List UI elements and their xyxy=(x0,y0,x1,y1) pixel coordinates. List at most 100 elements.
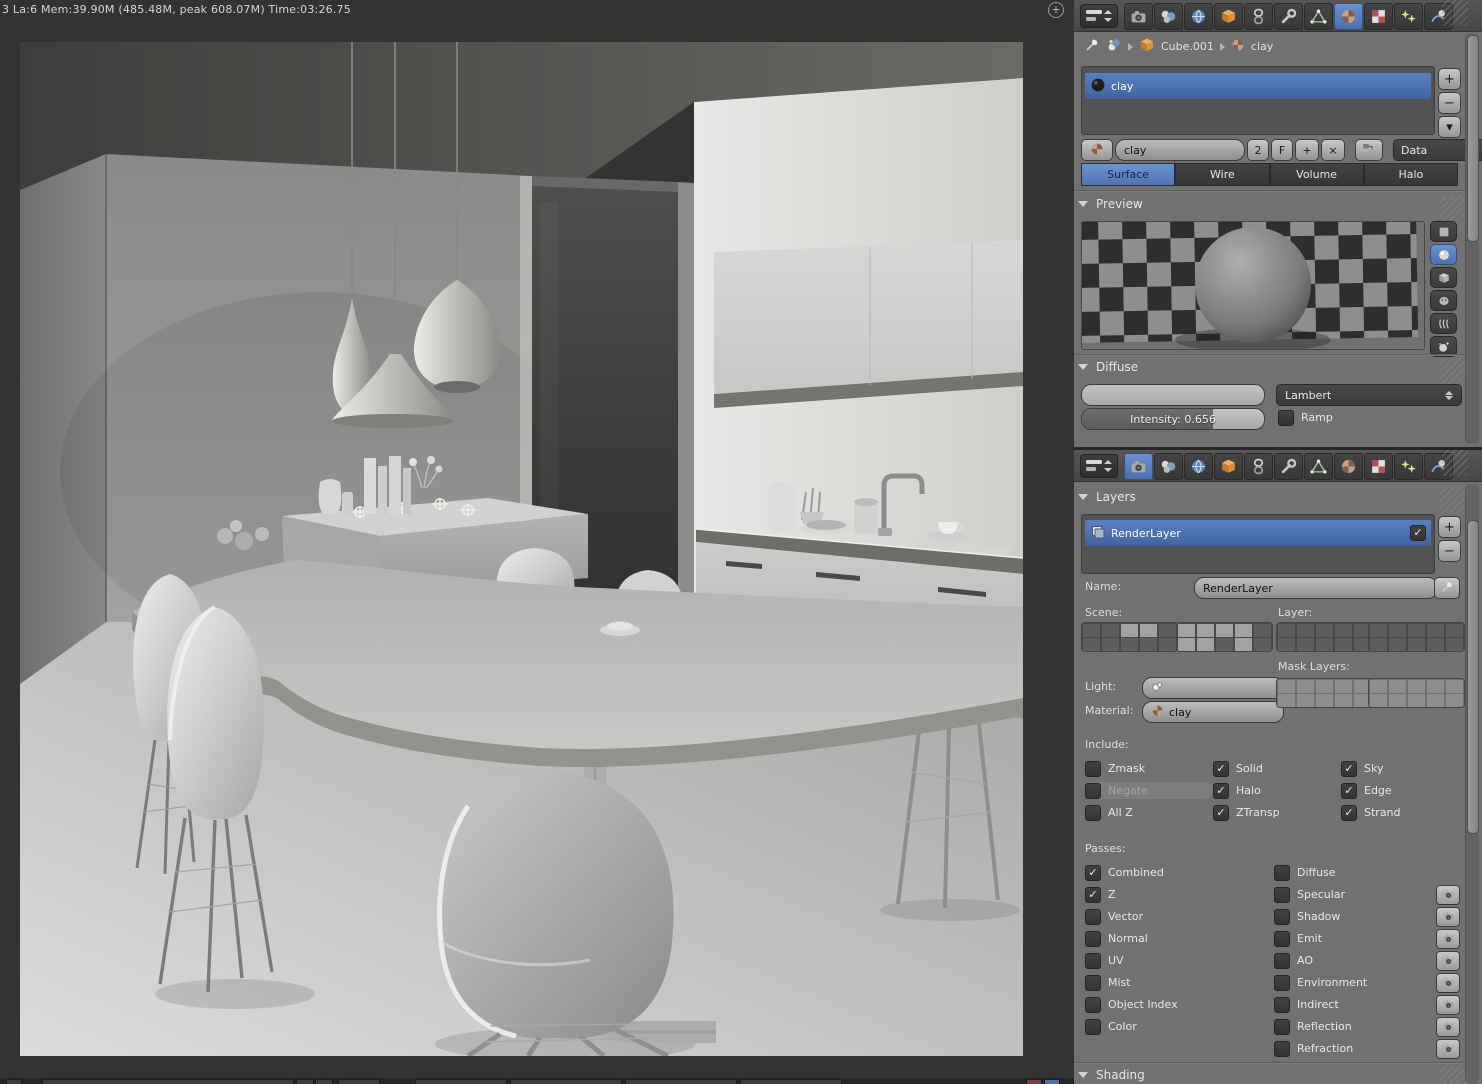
preview-mode-sphere-button[interactable] xyxy=(1430,244,1457,265)
layer-name-field[interactable]: RenderLayer xyxy=(1194,577,1438,599)
checkbox[interactable] xyxy=(1274,974,1290,991)
material-type-tab-halo[interactable]: Halo xyxy=(1363,163,1458,186)
layer-cell[interactable] xyxy=(1407,693,1426,707)
layer-cell[interactable] xyxy=(1334,637,1353,651)
layer-cell[interactable] xyxy=(1445,693,1464,707)
mask-layers-grid-a[interactable] xyxy=(1276,678,1373,708)
layer-cell[interactable] xyxy=(1101,637,1120,651)
bottom-blue-button[interactable] xyxy=(1044,1079,1060,1084)
include-option-all-z[interactable]: All Z xyxy=(1085,804,1213,821)
tab-particles-icon[interactable] xyxy=(1394,453,1423,480)
checkbox[interactable]: ✓ xyxy=(1341,804,1357,821)
pass-combined[interactable]: ✓ Combined xyxy=(1085,864,1178,881)
editor-type-selector[interactable] xyxy=(1080,454,1118,478)
save-buffers-camera-button[interactable] xyxy=(1436,928,1460,949)
save-buffers-camera-button[interactable] xyxy=(1436,950,1460,971)
checkbox[interactable]: ✓ xyxy=(1085,864,1101,881)
tab-material-icon[interactable] xyxy=(1334,3,1363,30)
layer-cell[interactable] xyxy=(1296,637,1315,651)
scrollbar-track[interactable] xyxy=(1465,33,1479,444)
pin-icon[interactable] xyxy=(1084,37,1100,56)
layer-cell[interactable] xyxy=(1369,693,1388,707)
tab-render-icon[interactable] xyxy=(1124,3,1153,30)
tab-render-icon[interactable] xyxy=(1124,453,1153,480)
unlink-material-button[interactable]: × xyxy=(1321,139,1345,161)
tab-object-icon[interactable] xyxy=(1214,453,1243,480)
layer-cell[interactable] xyxy=(1388,693,1407,707)
pass-mist[interactable]: Mist xyxy=(1085,974,1178,991)
checkbox[interactable]: ✓ xyxy=(1341,760,1357,777)
scene-layers-grid-b[interactable] xyxy=(1176,622,1273,652)
users-count-button[interactable]: 2 xyxy=(1247,139,1269,161)
layer-cell[interactable] xyxy=(1196,637,1215,651)
tab-render-layers-icon[interactable] xyxy=(1154,3,1183,30)
mask-layers-grid-b[interactable] xyxy=(1368,678,1465,708)
layer-cell[interactable] xyxy=(1253,637,1272,651)
checkbox[interactable] xyxy=(1274,908,1290,925)
bottom-datablock-field[interactable] xyxy=(42,1079,294,1084)
bottom-menu[interactable] xyxy=(415,1079,507,1084)
slot-specials-button[interactable]: ▾ xyxy=(1438,116,1461,138)
preview-mode-hair-button[interactable] xyxy=(1430,313,1457,334)
checkbox[interactable]: ✓ xyxy=(1213,804,1229,821)
checkbox[interactable] xyxy=(1274,930,1290,947)
slot-remove-button[interactable]: − xyxy=(1438,92,1461,114)
layer-cell[interactable] xyxy=(1369,637,1388,651)
checkbox[interactable] xyxy=(1085,1018,1101,1035)
tab-render-layers-icon[interactable] xyxy=(1154,453,1183,480)
scene-layers-grid-a[interactable] xyxy=(1081,622,1178,652)
tab-world-icon[interactable] xyxy=(1184,453,1213,480)
checkbox[interactable] xyxy=(1274,1040,1290,1057)
scrollbar-track[interactable] xyxy=(1465,484,1479,1084)
material-override-field[interactable]: clay xyxy=(1142,701,1284,723)
preview-mode-cube-button[interactable] xyxy=(1430,267,1457,288)
include-option-ztransp[interactable]: ✓ ZTransp xyxy=(1213,804,1341,821)
tab-material-icon[interactable] xyxy=(1334,453,1363,480)
diffuse-shader-dropdown[interactable]: Lambert xyxy=(1276,384,1462,406)
pass-color[interactable]: Color xyxy=(1085,1018,1178,1035)
shading-panel-header[interactable]: Shading xyxy=(1078,1068,1145,1082)
layer-enabled-checkbox[interactable]: ✓ xyxy=(1410,525,1426,541)
save-buffers-camera-button[interactable] xyxy=(1436,972,1460,993)
bottom-icon-button[interactable] xyxy=(6,1079,22,1084)
checkbox[interactable] xyxy=(1085,804,1101,821)
ramp-checkbox-row[interactable]: Ramp xyxy=(1278,409,1333,426)
pass-vector[interactable]: Vector xyxy=(1085,908,1178,925)
tab-modifiers-icon[interactable] xyxy=(1274,453,1303,480)
pass-diffuse[interactable]: Diffuse xyxy=(1274,864,1460,881)
pass-indirect[interactable]: Indirect xyxy=(1274,994,1460,1015)
include-option-solid[interactable]: ✓ Solid xyxy=(1213,760,1341,777)
tab-object-data-icon[interactable] xyxy=(1304,3,1333,30)
bottom-red-button[interactable] xyxy=(1026,1079,1042,1084)
material-type-tab-surface[interactable]: Surface xyxy=(1081,163,1176,186)
material-slot-row[interactable]: clay xyxy=(1085,73,1431,99)
bottom-menu[interactable] xyxy=(740,1079,842,1084)
checkbox[interactable] xyxy=(1085,782,1101,799)
slot-add-button[interactable]: + xyxy=(1438,68,1461,90)
include-option-edge[interactable]: ✓ Edge xyxy=(1341,782,1455,799)
tab-modifiers-icon[interactable] xyxy=(1274,3,1303,30)
save-buffers-camera-button[interactable] xyxy=(1436,884,1460,905)
pass-environment[interactable]: Environment xyxy=(1274,972,1460,993)
save-buffers-camera-button[interactable] xyxy=(1436,906,1460,927)
pin-button[interactable] xyxy=(1434,577,1460,599)
layer-cell[interactable] xyxy=(1215,637,1234,651)
checkbox[interactable] xyxy=(1085,908,1101,925)
breadcrumb-material[interactable]: clay xyxy=(1251,40,1273,53)
layer-cell[interactable] xyxy=(1296,693,1315,707)
ramp-checkbox[interactable] xyxy=(1278,409,1294,426)
checkbox[interactable]: ✓ xyxy=(1085,886,1101,903)
layer-grid-a[interactable] xyxy=(1276,622,1373,652)
preview-panel-header[interactable]: Preview xyxy=(1078,197,1143,211)
checkbox[interactable] xyxy=(1085,760,1101,777)
layer-cell[interactable] xyxy=(1445,637,1464,651)
layer-cell[interactable] xyxy=(1277,693,1296,707)
layers-panel-header[interactable]: Layers xyxy=(1078,490,1136,504)
breadcrumb-object[interactable]: Cube.001 xyxy=(1161,40,1214,53)
layer-cell[interactable] xyxy=(1315,637,1334,651)
pass-normal[interactable]: Normal xyxy=(1085,930,1178,947)
layer-cell[interactable] xyxy=(1334,693,1353,707)
layer-cell[interactable] xyxy=(1234,637,1253,651)
layer-add-button[interactable]: + xyxy=(1438,516,1461,538)
layer-cell[interactable] xyxy=(1426,693,1445,707)
